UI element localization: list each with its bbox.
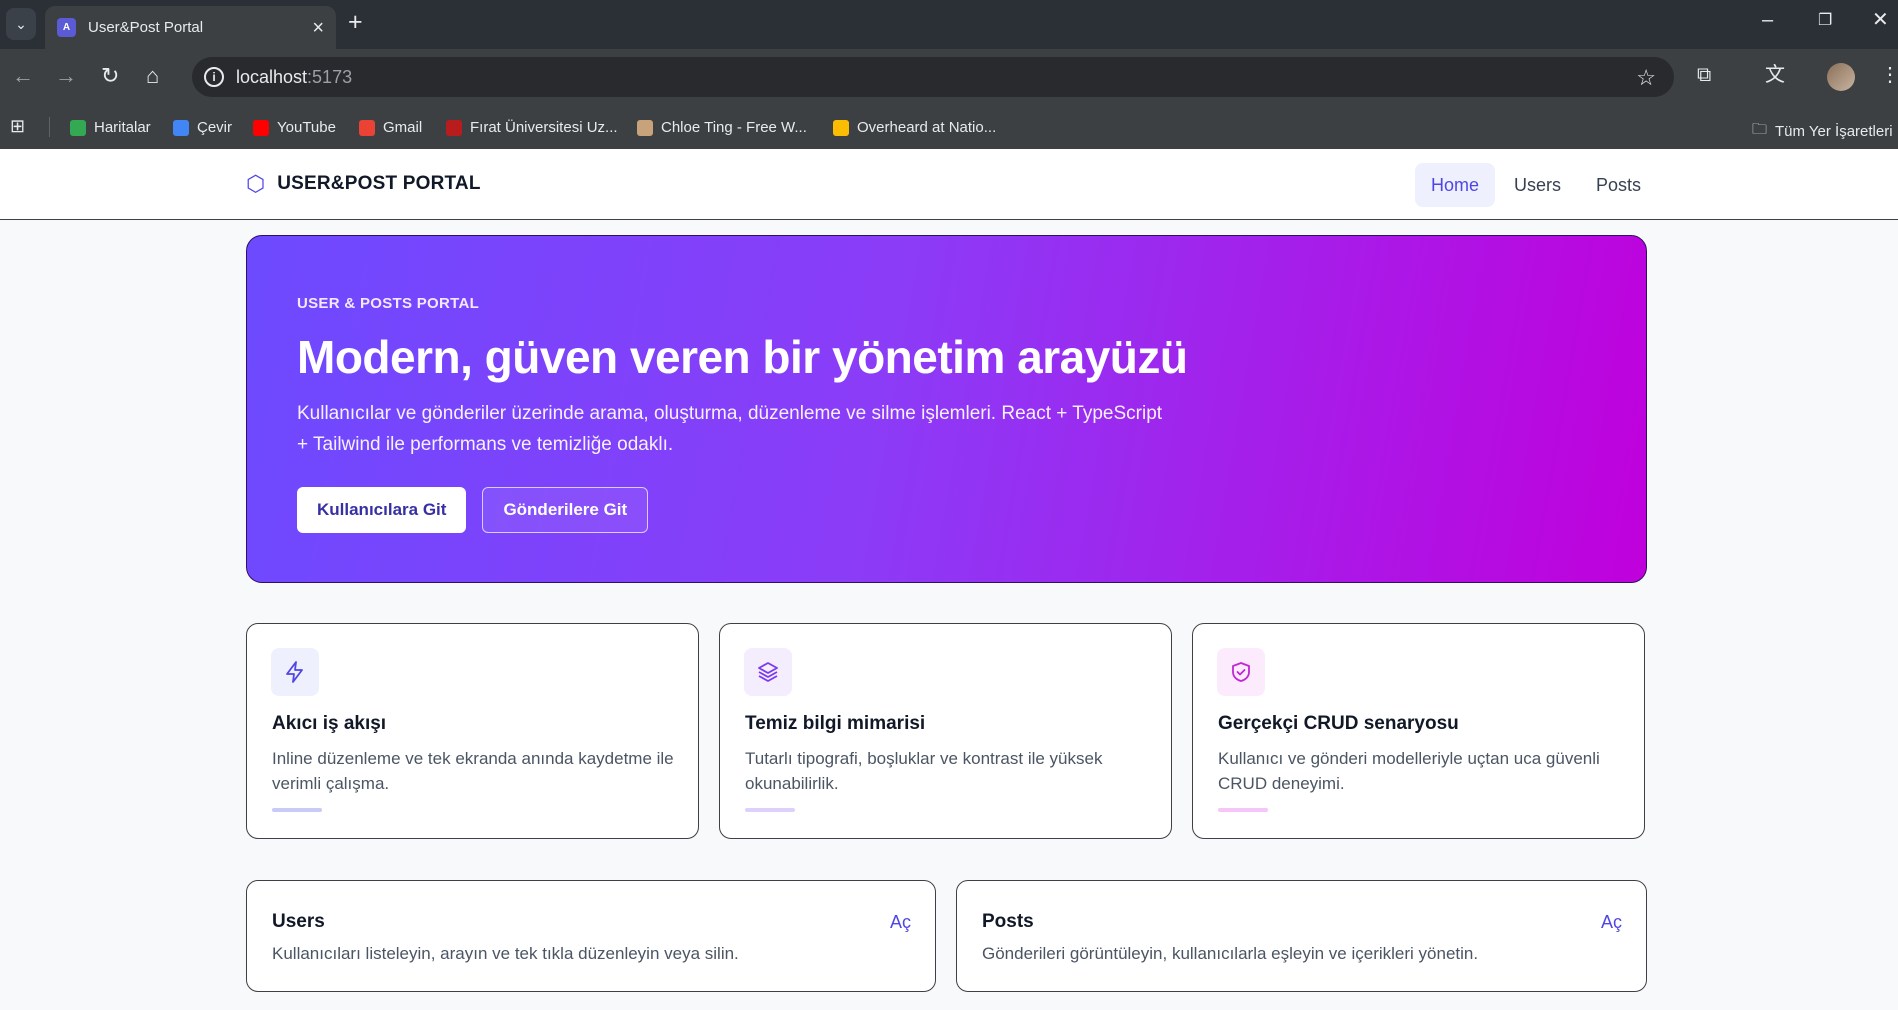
layers-icon (744, 648, 792, 696)
bookmark-item[interactable]: Chloe Ting - Free W... (637, 119, 807, 136)
bookmark-label: YouTube (277, 119, 336, 136)
brand-name: USER&POST PORTAL (277, 173, 481, 194)
hero-title: Modern, güven veren bir yönetim arayüzü (297, 331, 1188, 383)
bookmark-star-icon[interactable]: ☆ (1636, 65, 1656, 91)
link-card-description: Gönderileri görüntüleyin, kullanıcılarla… (982, 944, 1479, 963)
youtube-icon (253, 119, 269, 136)
bookmark-item[interactable]: Overheard at Natio... (833, 119, 996, 136)
feature-card: Gerçekçi CRUD senaryosu Kullanıcı ve gönd… (1192, 623, 1645, 839)
link-card-users[interactable]: Users Kullanıcıları listeleyin, arayın ve… (246, 880, 936, 992)
url-port: :5173 (307, 67, 353, 87)
go-to-users-button[interactable]: Kullanıcılara Git (297, 487, 467, 533)
more-menu-icon[interactable]: ⋮ (1880, 65, 1898, 85)
link-card-title: Posts (982, 911, 1034, 932)
chloe-ting-icon (637, 119, 653, 136)
address-bar[interactable]: i localhost:5173 ☆ (192, 57, 1674, 97)
bookmark-item[interactable]: Haritalar (70, 119, 151, 136)
main-nav: Home Users Posts (1415, 163, 1660, 207)
nav-link-posts[interactable]: Posts (1580, 163, 1657, 207)
feature-title: Gerçekçi CRUD senaryosu (1218, 713, 1459, 734)
bookmark-item[interactable]: YouTube (253, 119, 336, 136)
bookmarks-divider (49, 117, 50, 137)
browser-tabstrip: ⌄ A User&Post Portal × + – ❐ ✕ (0, 0, 1898, 49)
feature-accent-bar (272, 808, 322, 812)
url-host: localhost (236, 67, 308, 87)
gmail-icon (359, 119, 375, 136)
bookmark-label: Overheard at Natio... (857, 119, 997, 136)
bookmark-label: Gmail (383, 119, 423, 136)
translate-icon[interactable]: 文 (1765, 65, 1785, 85)
feature-card: Temiz bilgi mimarisi Tutarlı tipografi, b… (719, 623, 1172, 839)
window-close-icon[interactable]: ✕ (1872, 10, 1889, 30)
bookmark-item[interactable]: Gmail (359, 119, 422, 136)
site-info-icon[interactable]: i (204, 67, 224, 87)
browser-toolbar: ← → ↻ ⌂ i localhost:5173 ☆ ⧉ 文 ⋮ (0, 49, 1898, 105)
browser-tab[interactable]: A User&Post Portal × (45, 6, 336, 49)
link-card-title: Users (272, 911, 325, 932)
feature-accent-bar (1218, 808, 1268, 812)
hero-description: Kullanıcılar ve gönderiler üzerinde aram… (297, 403, 1163, 455)
bookmarks-bar: ⊞ Haritalar Çevir YouTube Gmail Fırat Üniver… (0, 105, 1898, 149)
url-text: localhost:5173 (236, 67, 352, 88)
open-link[interactable]: Aç (1601, 912, 1622, 933)
tab-title: User&Post Portal (88, 19, 204, 36)
bookmark-item[interactable]: Fırat Üniversitesi Uz... (446, 119, 618, 136)
extensions-puzzle-icon[interactable]: ⧉ (1697, 65, 1711, 85)
reload-icon[interactable]: ↻ (101, 65, 119, 87)
apps-grid-icon[interactable]: ⊞ (10, 116, 25, 137)
minimize-icon[interactable]: – (1762, 10, 1773, 30)
bolt-icon (271, 648, 319, 696)
bookmark-label: Çevir (197, 119, 233, 136)
all-bookmarks-label: Tüm Yer İşaretleri (1775, 123, 1893, 140)
feature-title: Temiz bilgi mimarisi (745, 713, 926, 734)
favicon-icon: A (57, 18, 76, 37)
open-link[interactable]: Aç (890, 912, 911, 933)
nav-link-home[interactable]: Home (1415, 163, 1496, 207)
go-to-posts-button[interactable]: Gönderilere Git (482, 487, 649, 533)
all-bookmarks-folder[interactable]: 🗀 Tüm Yer İşaretleri (1752, 119, 1893, 144)
shield-check-icon (1217, 648, 1265, 696)
bookmark-label: Fırat Üniversitesi Uz... (470, 119, 618, 136)
bookmark-label: Chloe Ting - Free W... (661, 119, 807, 136)
translate-icon (173, 119, 189, 136)
tab-search-button[interactable]: ⌄ (6, 8, 36, 40)
back-arrow-icon[interactable]: ← (12, 65, 34, 87)
nav-link-users[interactable]: Users (1498, 163, 1577, 207)
close-icon[interactable]: × (312, 18, 324, 38)
feature-title: Akıcı iş akışı (272, 713, 387, 734)
feature-description: Inline düzenleme ve tek ekranda anında k… (272, 749, 674, 793)
bookmark-label: Haritalar (94, 119, 151, 136)
web-page: ⬡ USER&POST PORTAL Home Users Posts USER &… (0, 149, 1898, 1010)
natgeo-icon (833, 119, 849, 136)
feature-accent-bar (745, 808, 795, 812)
hero-kicker: USER & POSTS PORTAL (297, 295, 480, 312)
folder-icon: 🗀 (1752, 121, 1768, 138)
restore-icon[interactable]: ❐ (1818, 13, 1832, 29)
hexagon-icon: ⬡ (246, 171, 266, 196)
feature-card: Akıcı iş akışı Inline düzenleme ve tek ek… (246, 623, 699, 839)
home-icon[interactable]: ⌂ (146, 65, 159, 87)
profile-avatar[interactable] (1827, 63, 1855, 91)
university-icon (446, 119, 462, 136)
link-card-description: Kullanıcıları listeleyin, arayın ve tek … (272, 944, 739, 963)
chevron-down-icon: ⌄ (15, 15, 27, 32)
brand-logo[interactable]: ⬡ USER&POST PORTAL (246, 173, 481, 195)
hero-banner: USER & POSTS PORTAL Modern, güven veren … (246, 235, 1647, 583)
feature-description: Tutarlı tipografi, boşluklar ve kontrast… (745, 749, 1103, 793)
feature-description: Kullanıcı ve gönderi modelleriyle uçtan … (1218, 749, 1600, 793)
hero-actions: Kullanıcılara Git Gönderilere Git (297, 487, 649, 533)
link-card-posts[interactable]: Posts Gönderileri görüntüleyin, kullanıcı… (956, 880, 1647, 992)
maps-icon (70, 119, 86, 136)
bookmark-item[interactable]: Çevir (173, 119, 232, 136)
site-header: ⬡ USER&POST PORTAL Home Users Posts (0, 149, 1898, 220)
new-tab-plus-icon[interactable]: + (348, 10, 363, 35)
forward-arrow-icon[interactable]: → (55, 65, 77, 87)
